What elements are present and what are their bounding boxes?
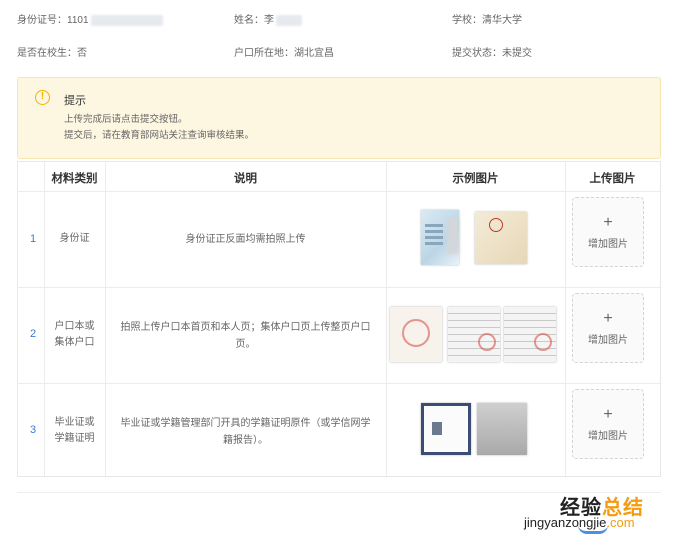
name-label: 姓名：李 <box>234 15 274 26</box>
sample-diploma-image[interactable] <box>421 403 471 455</box>
id-number-redacted <box>90 14 163 26</box>
row-index: 1 <box>30 233 37 245</box>
header-description: 说明 <box>234 173 257 185</box>
name-field: 姓名：李 <box>234 11 302 26</box>
watermark-en-orange: .com <box>606 515 635 530</box>
hukou-field: 户口所在地：湖北宜昌 <box>234 48 334 59</box>
materials-table: 材料类别 说明 示例图片 上传图片 1 身份证 身份证正反面均需拍照上传 2 户… <box>17 161 661 477</box>
notice-box: ! 提示 上传完成后请点击提交按钮。 提交后，请在教育部网站关注查询审核结果。 <box>17 77 661 159</box>
school-field: 学校：清华大学 <box>452 15 522 26</box>
enrolled-field: 是否在校生：否 <box>17 48 87 59</box>
row-description: 拍照上传户口本首页和本人页；集体户口页上传整页户口 页。 <box>109 319 382 353</box>
row-description-line2: 籍报告）。 <box>223 435 268 446</box>
watermark-swoosh <box>578 525 608 534</box>
sample-id-back-image[interactable] <box>475 212 527 264</box>
row-category-line2: 学籍证明 <box>54 433 95 444</box>
plus-icon: + <box>603 214 613 231</box>
row-description-line1: 毕业证或学籍管理部门开具的学籍证明原件（或学信网学 <box>120 418 371 429</box>
row-category: 户口本或 集体户口 <box>44 319 105 351</box>
notice-text-line1: 上传完成后请点击提交按钮。 <box>64 114 188 125</box>
header-upload-images: 上传图片 <box>589 173 636 185</box>
notice-title: 提示 <box>64 95 86 107</box>
plus-icon: + <box>603 406 613 423</box>
row-description-line2: 页。 <box>235 339 256 350</box>
sample-hukou-cover-image[interactable] <box>390 307 442 362</box>
table-divider <box>18 383 660 384</box>
row-category-line1: 户口本或 <box>54 321 95 332</box>
header-sample-images: 示例图片 <box>452 173 499 185</box>
table-divider <box>18 191 660 192</box>
add-image-label: 增加图片 <box>588 431 628 442</box>
row-index: 3 <box>30 424 37 436</box>
table-divider <box>105 162 106 476</box>
row-description: 毕业证或学籍管理部门开具的学籍证明原件（或学信网学 籍报告）。 <box>109 415 382 449</box>
row-description: 身份证正反面均需拍照上传 <box>105 231 386 248</box>
row-category-line1: 身份证 <box>59 233 90 244</box>
add-image-button-hukou[interactable]: + 增加图片 <box>572 293 644 363</box>
sample-hukou-owner-page-image[interactable] <box>504 307 556 362</box>
sample-student-record-image[interactable] <box>477 403 527 455</box>
sample-redacted-photo <box>447 218 459 254</box>
add-image-button-id-card[interactable]: + 增加图片 <box>572 197 644 267</box>
row-category-line1: 毕业证或 <box>54 417 95 428</box>
plus-icon: + <box>603 310 613 327</box>
row-index: 2 <box>30 328 37 340</box>
table-divider <box>18 287 660 288</box>
row-description-line1: 身份证正反面均需拍照上传 <box>185 234 306 245</box>
row-description-line1: 拍照上传户口本首页和本人页；集体户口页上传整页户口 <box>120 322 371 333</box>
id-number-field: 身份证号：1101 <box>17 11 163 26</box>
warning-icon: ! <box>35 90 50 105</box>
row-category-line2: 集体户口 <box>54 337 95 348</box>
table-divider <box>565 162 566 476</box>
row-category: 身份证 <box>44 231 105 247</box>
submit-status-field: 提交状态：未提交 <box>452 48 532 59</box>
table-divider <box>386 162 387 476</box>
name-redacted <box>276 14 302 26</box>
notice-text-line2: 提交后，请在教育部网站关注查询审核结果。 <box>64 130 255 141</box>
header-category: 材料类别 <box>51 173 98 185</box>
add-image-label: 增加图片 <box>588 335 628 346</box>
sample-hukou-page-image[interactable] <box>448 307 500 362</box>
row-category: 毕业证或 学籍证明 <box>44 415 105 447</box>
id-number-label: 身份证号：1101 <box>17 15 89 26</box>
add-image-button-diploma[interactable]: + 增加图片 <box>572 389 644 459</box>
add-image-label: 增加图片 <box>588 239 628 250</box>
